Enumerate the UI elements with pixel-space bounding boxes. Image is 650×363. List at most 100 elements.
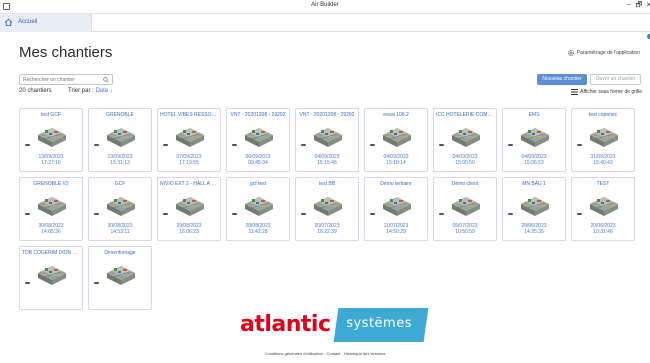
building-thumbnail-icon: [590, 128, 618, 147]
building-thumbnail-icon: [452, 128, 480, 147]
project-date: 13/09/2023 17:27:16: [20, 154, 82, 166]
project-card[interactable]: VNT - 20201208 - 29292 04/09/2023 15:15:46: [295, 108, 359, 172]
building-thumbnail-icon: [245, 128, 273, 147]
project-date-time: 15:00:50: [455, 160, 475, 166]
grid-toggle[interactable]: Afficher sous forme de grille: [571, 89, 642, 95]
thumbnail-logo-mark: [163, 144, 168, 146]
close-button[interactable]: ✕: [644, 1, 650, 9]
project-card[interactable]: NIVIO EXT 2 - HALL A B 1-2 29/08/2023 16:0…: [157, 177, 221, 241]
search-input[interactable]: Rechercher un chantier: [19, 74, 113, 85]
project-date: 04/09/2023 15:15:46: [296, 154, 358, 166]
building-thumbnail-icon: [452, 197, 480, 216]
building-thumbnail-icon: [383, 128, 411, 147]
project-name: VNT - 20201208 - 29292: [230, 112, 286, 118]
project-date: 30/08/2023 14:05:36: [20, 223, 82, 235]
maximize-button[interactable]: 🗗: [634, 1, 644, 12]
settings-link[interactable]: Paramétrage de l'application: [567, 49, 640, 57]
project-name: MN BAU 1: [522, 181, 546, 187]
project-card[interactable]: EMS 04/09/2023 15:06:53: [502, 108, 566, 172]
project-date: 05/07/2023 10:50:59: [434, 223, 496, 235]
project-name: gcf test: [249, 181, 267, 187]
thumbnail-logo-mark: [301, 213, 306, 215]
project-name: test copenec: [588, 112, 618, 118]
project-card[interactable]: essai 108.2 04/09/2023 15:10:14: [364, 108, 428, 172]
sort-value[interactable]: Date ↓: [95, 88, 112, 94]
thumbnail-logo-mark: [94, 144, 99, 146]
open-project-button[interactable]: Ouvrir un chantier: [590, 74, 641, 85]
project-card[interactable]: gcf test 28/08/2023 11:42:28: [226, 177, 290, 241]
project-date: 20/06/2023 10:31:46: [572, 223, 634, 235]
project-name: NIVIO EXT 2 - HALL A B 1-2: [160, 181, 220, 187]
project-date-time: 14:50:29: [386, 229, 406, 235]
project-card[interactable]: Démo client 05/07/2023 10:50:59: [433, 177, 497, 241]
thumbnail-logo-mark: [508, 144, 513, 146]
project-date-time: 15:31:13: [110, 160, 130, 166]
project-card[interactable]: GCF 30/08/2023 14:53:11: [88, 177, 152, 241]
thumbnail-logo-mark: [577, 144, 582, 146]
project-date: 25/07/2023 16:22:39: [296, 223, 358, 235]
project-name: Démo tertiaire: [380, 181, 412, 187]
project-date-time: 15:40:43: [593, 160, 613, 166]
search-placeholder: Rechercher un chantier: [23, 77, 75, 83]
building-thumbnail-icon: [521, 128, 549, 147]
project-date-time: 15:10:14: [386, 160, 406, 166]
thumbnail-logo-mark: [301, 144, 306, 146]
project-card[interactable]: Démo tertiaire 11/07/2023 14:50:29: [364, 177, 428, 241]
project-card[interactable]: GRENOBLE 13/09/2023 15:31:13: [88, 108, 152, 172]
thumbnail-logo-mark: [232, 144, 237, 146]
project-card[interactable]: TDB COGERIM DION DELOI: [19, 246, 83, 310]
project-name: test BB: [318, 181, 336, 187]
project-card[interactable]: test BB 25/07/2023 16:22:39: [295, 177, 359, 241]
project-name: essai 108.2: [383, 112, 409, 118]
project-date: 28/08/2023 11:42:28: [227, 223, 289, 235]
project-date-time: 11:42:28: [248, 229, 268, 235]
project-date-time: 16:22:39: [317, 229, 337, 235]
project-name: GRENOBLE: [106, 112, 134, 118]
thumbnail-logo-mark: [508, 213, 513, 215]
list-icon: [571, 89, 579, 95]
project-card[interactable]: MN BAU 1 28/06/2023 14:25:35: [502, 177, 566, 241]
thumbnail-logo-mark: [94, 213, 99, 215]
building-thumbnail-icon: [176, 197, 204, 216]
project-card[interactable]: TEST 20/06/2023 10:31:46: [571, 177, 635, 241]
project-date: 31/08/2023 15:40:43: [572, 154, 634, 166]
thumbnail-logo-mark: [25, 213, 30, 215]
home-icon: [4, 18, 13, 27]
minimize-button[interactable]: –: [624, 1, 634, 8]
thumbnail-logo-mark: [94, 282, 99, 284]
building-thumbnail-icon: [176, 128, 204, 147]
project-card[interactable]: GRENOBLE V2 30/08/2023 14:05:36: [19, 177, 83, 241]
thumbnail-logo-mark: [577, 213, 582, 215]
gear-icon: [567, 49, 574, 57]
project-card[interactable]: HOTEL VIBES RESSORT - CI 07/09/202317:19:…: [157, 108, 221, 172]
project-card[interactable]: test GCF 13/09/2023 17:27:16: [19, 108, 83, 172]
project-date-time: 15:15:46: [317, 160, 337, 166]
project-name: GCF: [114, 181, 126, 187]
project-card[interactable]: test copenec 31/08/2023 15:40:43: [571, 108, 635, 172]
project-date-time: 09:45:34: [248, 160, 268, 166]
atlantic-logo: atlantic: [240, 312, 331, 337]
building-thumbnail-icon: [107, 197, 135, 216]
project-date: 04/09/2023 15:00:50: [434, 154, 496, 166]
page-title: Mes chantiers: [19, 44, 113, 61]
project-name: Démo client: [451, 181, 479, 187]
settings-label: Paramétrage de l'application: [576, 50, 640, 56]
footer-links[interactable]: Conditions générales d'utilisation - Con…: [0, 351, 650, 356]
project-card[interactable]: Desenfumage: [88, 246, 152, 310]
project-name: GRENOBLE V2: [33, 181, 69, 187]
project-name: VNT - 20201208 - 29292: [299, 112, 355, 118]
project-date: 07/09/2023 17:19:55: [158, 154, 220, 166]
tab-accueil[interactable]: Accueil: [0, 14, 92, 32]
building-thumbnail-icon: [521, 197, 549, 216]
building-thumbnail-icon: [38, 128, 66, 147]
new-project-button[interactable]: Nouveau chantier: [537, 74, 587, 85]
thumbnail-logo-mark: [25, 282, 30, 284]
tab-label: Accueil: [18, 19, 38, 25]
project-card[interactable]: VNT - 20201208 - 29292 06/09/2023 09:45:34: [226, 108, 290, 172]
thumbnail-logo-mark: [439, 213, 444, 215]
project-name: ICC HOTELERIE COMMODI...: [436, 112, 496, 118]
project-date: 30/08/2023 14:53:11: [89, 223, 151, 235]
project-card[interactable]: ICC HOTELERIE COMMODI... 04/09/202315:00:…: [433, 108, 497, 172]
search-icon: [103, 77, 109, 83]
sort-control[interactable]: Trier par : Date ↓: [68, 88, 113, 94]
